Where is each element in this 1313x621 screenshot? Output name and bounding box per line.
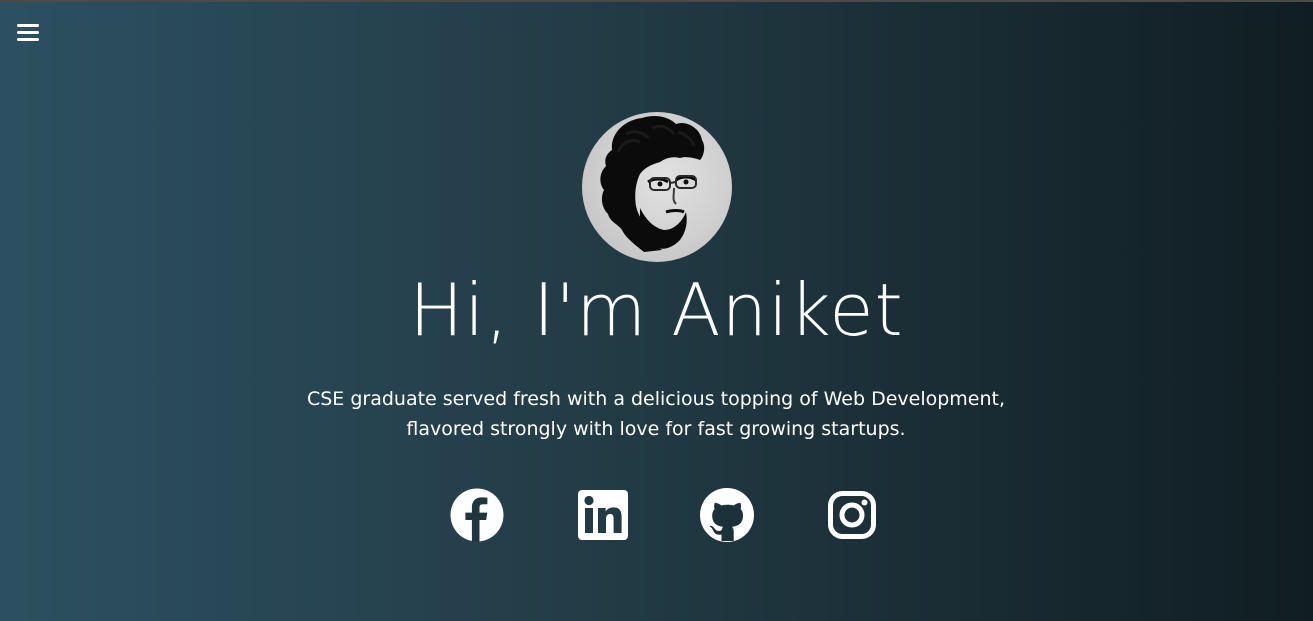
top-border-line [0,0,1313,2]
tagline-line: flavored strongly with love for fast gro… [406,418,906,440]
profile-avatar [582,112,732,262]
tagline-line: CSE graduate served fresh with a delicio… [306,388,1006,410]
github-link[interactable] [699,487,755,543]
facebook-icon [450,488,504,542]
github-icon [700,488,754,542]
menu-bar [17,24,39,27]
linkedin-link[interactable] [575,487,631,543]
page-title: Hi, I'm Aniket [409,268,904,352]
tagline: CSE graduate served fresh with a delicio… [306,384,1006,444]
hamburger-menu-icon[interactable] [14,20,42,46]
instagram-link[interactable] [824,487,880,543]
linkedin-icon [578,490,628,540]
avatar-sketch-icon [600,116,705,252]
menu-bar [17,31,39,34]
facebook-link[interactable] [449,487,505,543]
menu-bar [17,38,39,41]
instagram-icon [828,491,876,539]
